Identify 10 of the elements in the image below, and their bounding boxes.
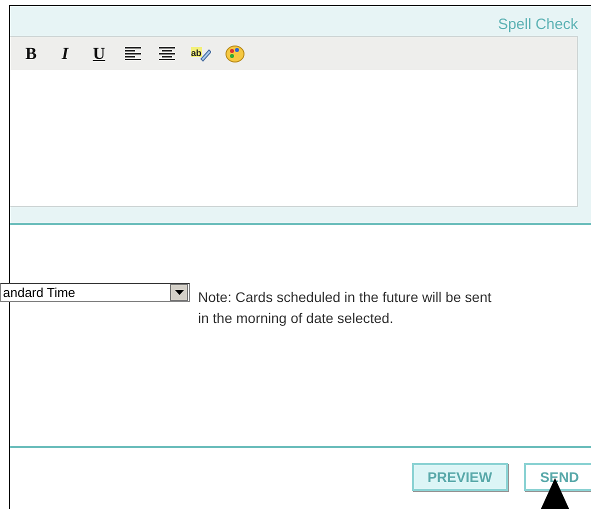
align-center-icon	[159, 47, 175, 60]
italic-button[interactable]: I	[53, 42, 77, 66]
underline-button[interactable]: U	[87, 42, 111, 66]
timezone-select[interactable]: andard Time	[0, 283, 190, 302]
bold-button[interactable]: B	[19, 42, 43, 66]
spell-button[interactable]: ab	[189, 42, 213, 66]
palette-icon	[225, 44, 245, 63]
schedule-note: Note: Cards scheduled in the future will be sent in the morning of date selected.	[198, 288, 492, 328]
message-editor[interactable]: B I U ab	[10, 36, 578, 207]
align-left-icon	[125, 47, 141, 60]
